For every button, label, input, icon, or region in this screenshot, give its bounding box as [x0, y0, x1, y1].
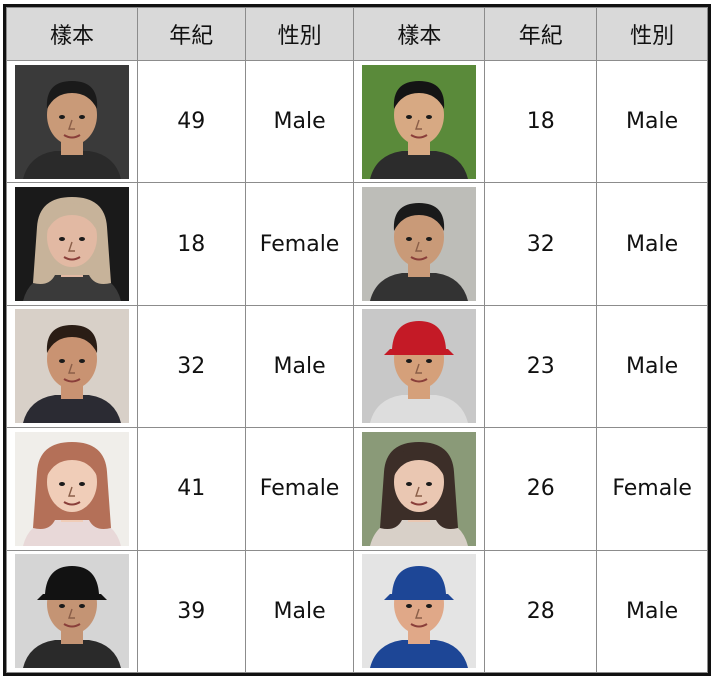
face-man-spiky-hair: [14, 64, 129, 179]
gender-cell: Male: [596, 304, 708, 429]
age-cell: 18: [136, 182, 246, 306]
gender-cell: Male: [244, 549, 355, 674]
face-man-la-cap: [362, 554, 477, 669]
face-woman-blonde: [14, 187, 129, 302]
table-row: 18 Female 32 Male: [6, 182, 708, 306]
sample-photo-cell: [6, 549, 138, 674]
age-cell: 49: [136, 59, 246, 184]
gender-cell: Female: [596, 427, 708, 551]
face-man-glasses: [362, 187, 477, 302]
header-gender-left: 性別: [244, 7, 355, 61]
sample-photo-cell: [353, 304, 486, 429]
face-woman-pigtails: [14, 431, 129, 546]
header-sample-right: 樣本: [353, 7, 486, 61]
face-man-dark-hair: [14, 309, 129, 424]
table-body: 49 Male 18 Male 18 Female 32 Male 32 Male 23 Male 41…: [6, 59, 708, 674]
sample-photo-cell: [6, 427, 138, 551]
gender-cell: Male: [244, 304, 355, 429]
face-young-man: [362, 64, 477, 179]
age-cell: 39: [136, 549, 246, 674]
gender-cell: Male: [244, 59, 355, 184]
header-age-left: 年紀: [136, 7, 246, 61]
gender-cell: Female: [244, 182, 355, 306]
sample-photo-cell: [353, 59, 486, 184]
header-sample-left: 樣本: [6, 7, 138, 61]
age-cell: 18: [484, 59, 598, 184]
table-row: 49 Male 18 Male: [6, 59, 708, 184]
table-row: 41 Female 26 Female: [6, 427, 708, 551]
gender-cell: Female: [244, 427, 355, 551]
age-cell: 32: [484, 182, 598, 306]
sample-table: 樣本 年紀 性別 樣本 年紀 性別 49 Male 18 Male 18 Female 32…: [6, 7, 708, 674]
table-row: 39 Male 28 Male: [6, 549, 708, 674]
sample-photo-cell: [353, 549, 486, 674]
age-cell: 26: [484, 427, 598, 551]
sample-photo-cell: [353, 182, 486, 306]
gender-cell: Male: [596, 182, 708, 306]
sample-photo-cell: [6, 182, 138, 306]
sample-photo-cell: [6, 304, 138, 429]
age-cell: 32: [136, 304, 246, 429]
table-row: 32 Male 23 Male: [6, 304, 708, 429]
gender-cell: Male: [596, 59, 708, 184]
sample-photo-cell: [353, 427, 486, 551]
header-row: 樣本 年紀 性別 樣本 年紀 性別: [6, 7, 708, 61]
age-cell: 23: [484, 304, 598, 429]
age-cell: 41: [136, 427, 246, 551]
age-cell: 28: [484, 549, 598, 674]
face-man-red-cap: [362, 309, 477, 424]
header-gender-right: 性別: [596, 7, 708, 61]
header-age-right: 年紀: [484, 7, 598, 61]
sample-table-frame: 樣本 年紀 性別 樣本 年紀 性別 49 Male 18 Male 18 Female 32…: [3, 4, 711, 676]
gender-cell: Male: [596, 549, 708, 674]
face-man-ny-cap: [14, 554, 129, 669]
face-woman-long-hair: [362, 431, 477, 546]
sample-photo-cell: [6, 59, 138, 184]
